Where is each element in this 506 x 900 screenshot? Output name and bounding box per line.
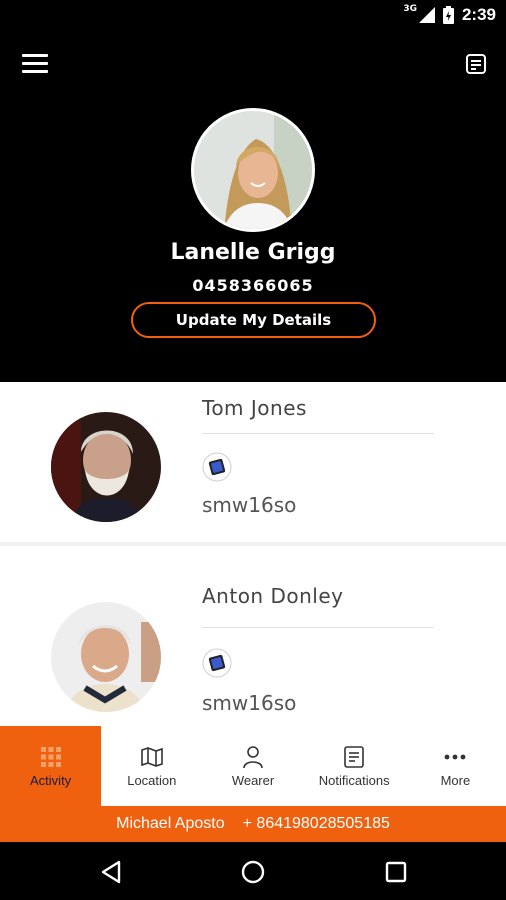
home-icon[interactable] bbox=[240, 859, 266, 885]
battery-icon bbox=[442, 6, 454, 24]
avatar bbox=[51, 602, 161, 712]
profile-avatar[interactable] bbox=[191, 108, 315, 232]
map-icon bbox=[140, 746, 163, 767]
tab-label: Location bbox=[127, 772, 177, 788]
wearer-name: Tom Jones bbox=[202, 396, 307, 420]
smiling-man-portrait-icon bbox=[51, 602, 161, 712]
divider bbox=[202, 627, 434, 628]
status-bar: 3G 2:39 bbox=[0, 0, 506, 32]
profile-phone: 0458366065 bbox=[192, 276, 314, 295]
profile-name: Lanelle Grigg bbox=[170, 240, 336, 265]
tab-wearer[interactable]: Wearer bbox=[202, 726, 303, 806]
watch-icon bbox=[202, 452, 232, 482]
wearer-name: Anton Donley bbox=[202, 584, 344, 608]
tab-label: Wearer bbox=[231, 772, 275, 788]
profile-header: Lanelle Grigg 0458366065 Update My Detai… bbox=[0, 32, 506, 382]
more-dots-icon bbox=[445, 754, 466, 759]
tab-label: Activity bbox=[30, 772, 72, 788]
person-icon bbox=[243, 745, 263, 768]
clock: 2:39 bbox=[461, 5, 496, 24]
recents-icon[interactable] bbox=[383, 859, 409, 885]
wearer-list: Tom Jones smw16so Anton Donley smw16so bbox=[0, 382, 506, 726]
old-man-portrait-icon bbox=[51, 412, 161, 522]
tab-label: Notifications bbox=[318, 772, 390, 788]
divider bbox=[202, 433, 434, 434]
emergency-contact-bar[interactable]: Michael Aposto + 864198028505185 bbox=[0, 806, 506, 842]
contact-name: Michael Aposto bbox=[116, 815, 225, 832]
notes-icon bbox=[344, 745, 365, 768]
update-details-button[interactable]: Update My Details bbox=[131, 302, 376, 338]
tab-activity[interactable]: Activity bbox=[0, 726, 102, 806]
device-id: smw16so bbox=[202, 691, 297, 715]
bottom-nav: Activity Location Wearer Notifications M… bbox=[0, 726, 506, 806]
menu-button[interactable] bbox=[22, 54, 48, 74]
back-icon[interactable] bbox=[98, 859, 124, 885]
menu-icon bbox=[22, 54, 48, 57]
tab-label: More bbox=[440, 772, 471, 788]
list-item[interactable]: Tom Jones smw16so bbox=[0, 382, 506, 542]
system-nav-bar bbox=[0, 842, 506, 900]
grid-icon bbox=[40, 746, 61, 767]
tab-notifications[interactable]: Notifications bbox=[304, 726, 405, 806]
device-id: smw16so bbox=[202, 493, 297, 517]
signal-icon bbox=[418, 7, 435, 23]
woman-portrait-icon bbox=[194, 111, 312, 229]
tab-more[interactable]: More bbox=[405, 726, 506, 806]
watch-icon bbox=[202, 648, 232, 678]
network-type: 3G bbox=[403, 4, 417, 14]
tab-location[interactable]: Location bbox=[101, 726, 202, 806]
list-item[interactable]: Anton Donley smw16so bbox=[0, 546, 506, 726]
notes-icon[interactable] bbox=[464, 52, 488, 76]
contact-phone: + 864198028505185 bbox=[242, 815, 390, 832]
avatar bbox=[51, 412, 161, 522]
